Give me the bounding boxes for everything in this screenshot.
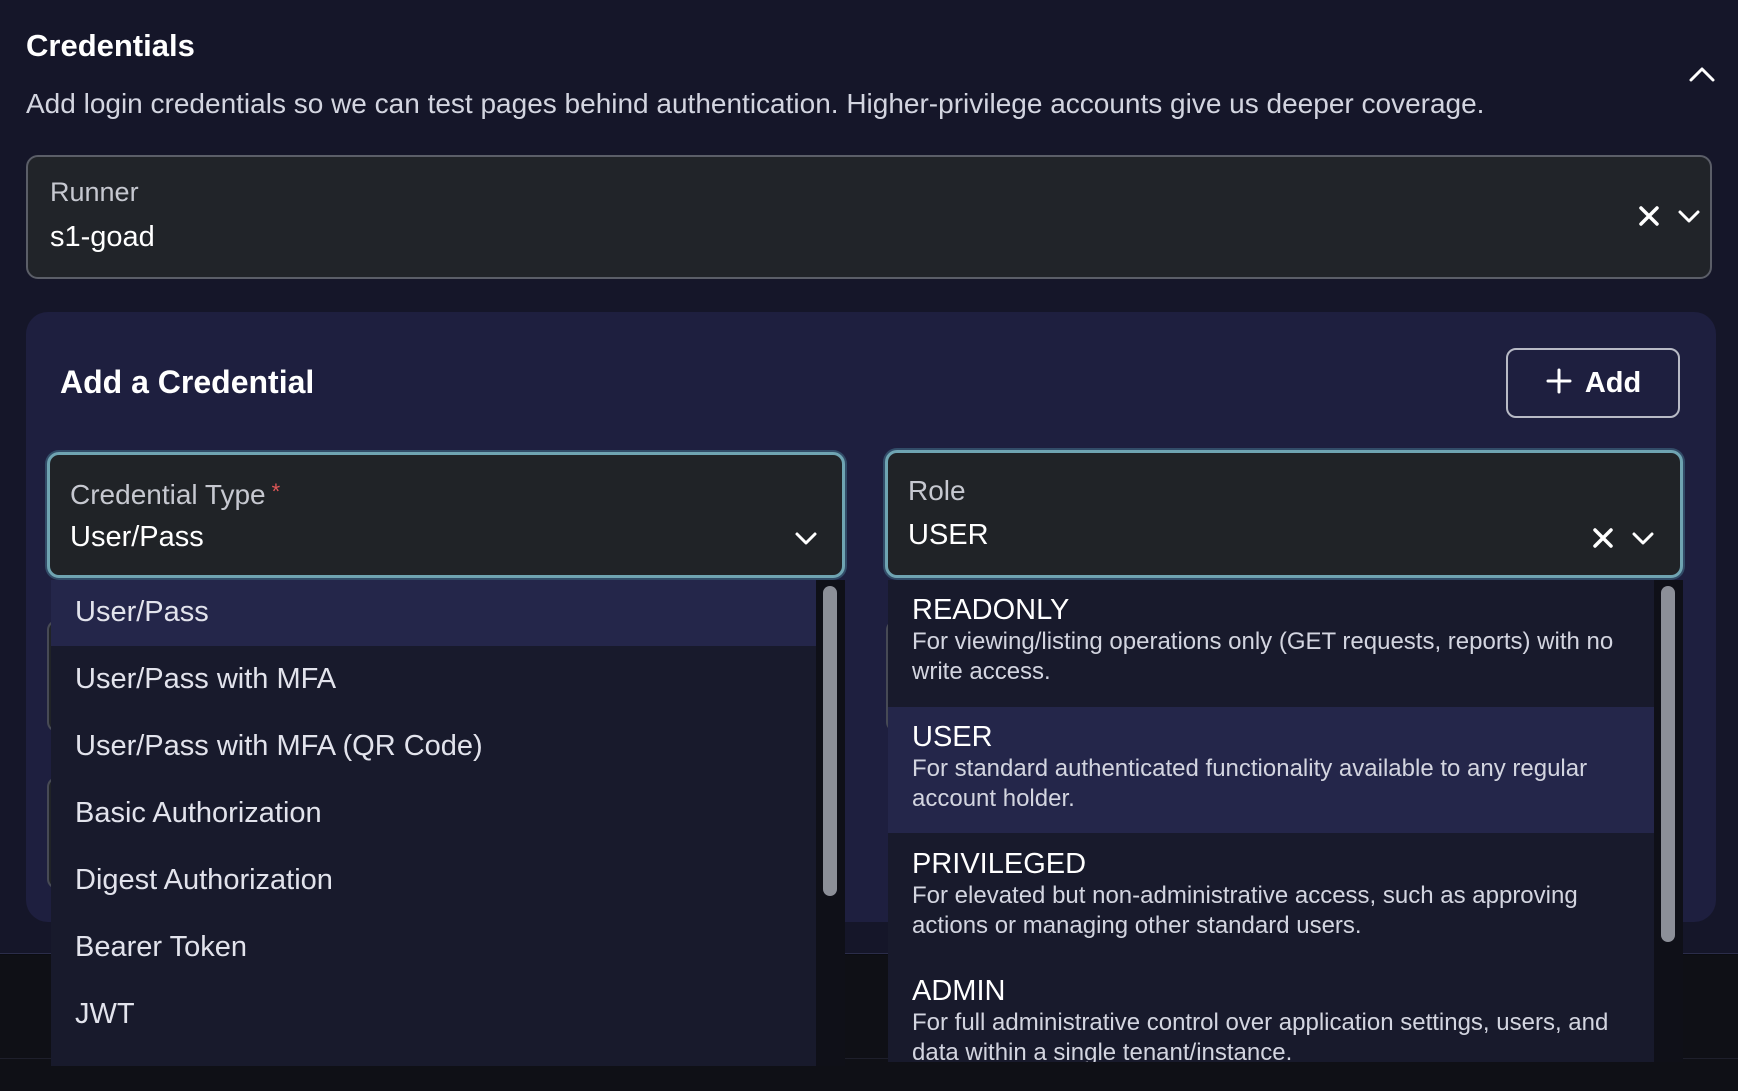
menu-option-jwt[interactable]: JWT [51, 982, 816, 1048]
menu-option-user-pass-mfa-qr[interactable]: User/Pass with MFA (QR Code) [51, 714, 816, 780]
role-label: Role [908, 475, 966, 506]
option-description: For standard authenticated functionality… [912, 755, 1588, 812]
add-button[interactable]: Add [1506, 348, 1680, 418]
menu-option-privileged[interactable]: PRIVILEGED For elevated but non-administ… [888, 834, 1654, 960]
role-select[interactable]: Role USER [885, 450, 1683, 578]
scrollbar-thumb[interactable] [1661, 586, 1675, 942]
option-label: JWT [75, 998, 135, 1030]
runner-value: s1-goad [50, 221, 155, 253]
role-menu: READONLY For viewing/listing operations … [888, 580, 1683, 1062]
section-title: Credentials [26, 28, 195, 63]
menu-option-digest-auth[interactable]: Digest Authorization [51, 848, 816, 914]
menu-option-user-pass-mfa[interactable]: User/Pass with MFA [51, 647, 816, 713]
plus-icon [1545, 367, 1573, 400]
option-label: User/Pass [75, 596, 209, 628]
menu-option-basic-auth[interactable]: Basic Authorization [51, 781, 816, 847]
menu-option-bearer-token[interactable]: Bearer Token [51, 915, 816, 981]
card-title: Add a Credential [60, 364, 315, 400]
chevron-up-icon[interactable] [1687, 60, 1717, 90]
option-title: PRIVILEGED [912, 848, 1087, 880]
option-label: Digest Authorization [75, 864, 333, 896]
chevron-down-icon[interactable] [1628, 523, 1658, 553]
menu-option-user[interactable]: USER For standard authenticated function… [888, 707, 1654, 833]
credential-type-select[interactable]: Credential Type * User/Pass [47, 452, 845, 578]
credential-type-label: Credential Type * [70, 479, 281, 510]
section-description: Add login credentials so we can test pag… [26, 88, 1485, 119]
option-label: Basic Authorization [75, 797, 322, 829]
option-description: For viewing/listing operations only (GET… [912, 628, 1614, 685]
option-title: READONLY [912, 594, 1070, 626]
option-description: For elevated but non-administrative acce… [912, 882, 1578, 939]
option-description: For full administrative control over app… [912, 1009, 1609, 1062]
option-label: Bearer Token [75, 931, 247, 963]
menu-option-admin[interactable]: ADMIN For full administrative control ov… [888, 961, 1654, 1062]
credential-type-value: User/Pass [70, 521, 204, 553]
option-label: User/Pass with MFA [75, 663, 337, 695]
clear-icon[interactable] [1634, 201, 1664, 231]
chevron-down-icon[interactable] [791, 523, 821, 553]
required-marker: * [271, 479, 281, 504]
add-button-label: Add [1584, 366, 1642, 399]
option-title: ADMIN [912, 975, 1006, 1007]
role-value: USER [908, 519, 989, 551]
chevron-down-icon[interactable] [1674, 201, 1704, 231]
option-label: User/Pass with MFA (QR Code) [75, 730, 483, 762]
clear-icon[interactable] [1588, 523, 1618, 553]
menu-option-readonly[interactable]: READONLY For viewing/listing operations … [888, 580, 1654, 706]
credential-type-menu: User/Pass User/Pass with MFA User/Pass w… [51, 580, 845, 1066]
runner-select[interactable]: Runner s1-goad [26, 155, 1712, 279]
runner-label: Runner [50, 177, 139, 207]
menu-option-user-pass[interactable]: User/Pass [51, 580, 816, 646]
scrollbar-thumb[interactable] [823, 586, 837, 896]
option-title: USER [912, 721, 993, 753]
